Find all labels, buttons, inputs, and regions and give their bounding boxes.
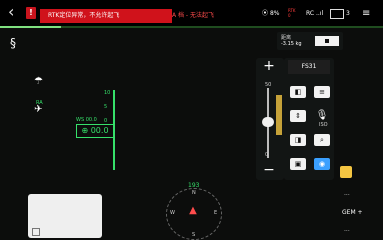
layers-icon[interactable]: ▣	[290, 158, 306, 170]
zoom-in-button[interactable]: +	[261, 58, 277, 74]
alert-icon: !	[26, 7, 36, 19]
list-icon[interactable]: ≡	[314, 86, 330, 98]
rc-label: RC	[306, 10, 315, 17]
camera-mode-icon[interactable]: ◉	[314, 158, 330, 170]
gem-label: GEM	[342, 209, 356, 216]
altitude-value: 00.0	[90, 126, 109, 135]
heading-value: 193	[188, 182, 200, 189]
compass-n: N	[192, 190, 196, 196]
rtk-status: RTK 0	[288, 8, 302, 20]
left-tiny-label: RA	[36, 100, 43, 106]
aircraft-icon: ⊕	[81, 126, 89, 135]
more-menu-icon[interactable]: ≡	[362, 8, 376, 20]
distance-value: -3.15 kg	[281, 41, 302, 47]
alert-banner[interactable]: RTK定位异常，不允许起飞	[40, 9, 172, 23]
altitude-scale	[113, 90, 115, 170]
aircraft-heading-icon: ▲	[189, 205, 197, 216]
distance-label: 距离	[281, 35, 292, 41]
route-mode-icon[interactable]: §	[10, 36, 24, 50]
zoom-slider-thumb[interactable]	[262, 117, 274, 127]
gem-plus: +	[357, 209, 363, 216]
rtk-count: 0	[288, 13, 291, 18]
yellow-indicator	[276, 95, 282, 135]
battery-status: ⦿ 8%	[262, 8, 279, 20]
warning-text: A 档 - 无法起飞	[172, 12, 214, 19]
scale-mark-mid: 5	[104, 104, 108, 110]
zoom-scale-bottom: 0	[265, 152, 269, 158]
more-menu-2[interactable]: ...	[344, 226, 350, 233]
zoom-lens-icon[interactable]: ⌕	[314, 134, 330, 146]
signal-bars-icon: ..ıl	[315, 10, 324, 17]
back-chevron-icon[interactable]: ‹	[8, 4, 22, 20]
zoom-out-button[interactable]: −	[261, 162, 277, 178]
scale-mark-bottom: 0	[104, 118, 108, 124]
toggle-control[interactable]	[315, 36, 339, 46]
fs-badge[interactable]: FS31	[288, 60, 330, 74]
split-icon[interactable]: ◨	[290, 134, 306, 146]
gem-button[interactable]: GEM +	[342, 209, 363, 216]
microphone-icon[interactable]: 🎙	[314, 110, 330, 122]
progress-fill	[0, 26, 62, 28]
compass-e: E	[214, 210, 218, 216]
more-menu-1[interactable]: ...	[344, 190, 350, 197]
camera-count: 3	[346, 10, 350, 17]
ws-label: WS 00.0	[76, 117, 97, 123]
scale-mark-top: 10	[104, 90, 111, 96]
parachute-icon: ☂	[34, 76, 43, 87]
minimap-expand-icon[interactable]	[32, 228, 40, 236]
battery-label: 8%	[269, 10, 280, 17]
camera-icon[interactable]	[330, 9, 344, 19]
compass-w: W	[170, 210, 175, 216]
iso-label: ISO	[319, 122, 328, 128]
clock-icon: ⦿	[262, 10, 269, 17]
rc-status: RC ..ıl	[306, 8, 323, 20]
media-icon[interactable]: ◧	[290, 86, 306, 98]
altitude-readout: ⊕ 00.0	[76, 124, 114, 138]
distance-panel: 距离 -3.15 kg	[277, 32, 343, 50]
flip-icon[interactable]: ⇕	[290, 110, 306, 122]
toggle-dot	[325, 39, 329, 43]
battery-icon[interactable]	[340, 166, 352, 178]
compass-s: S	[192, 232, 196, 238]
